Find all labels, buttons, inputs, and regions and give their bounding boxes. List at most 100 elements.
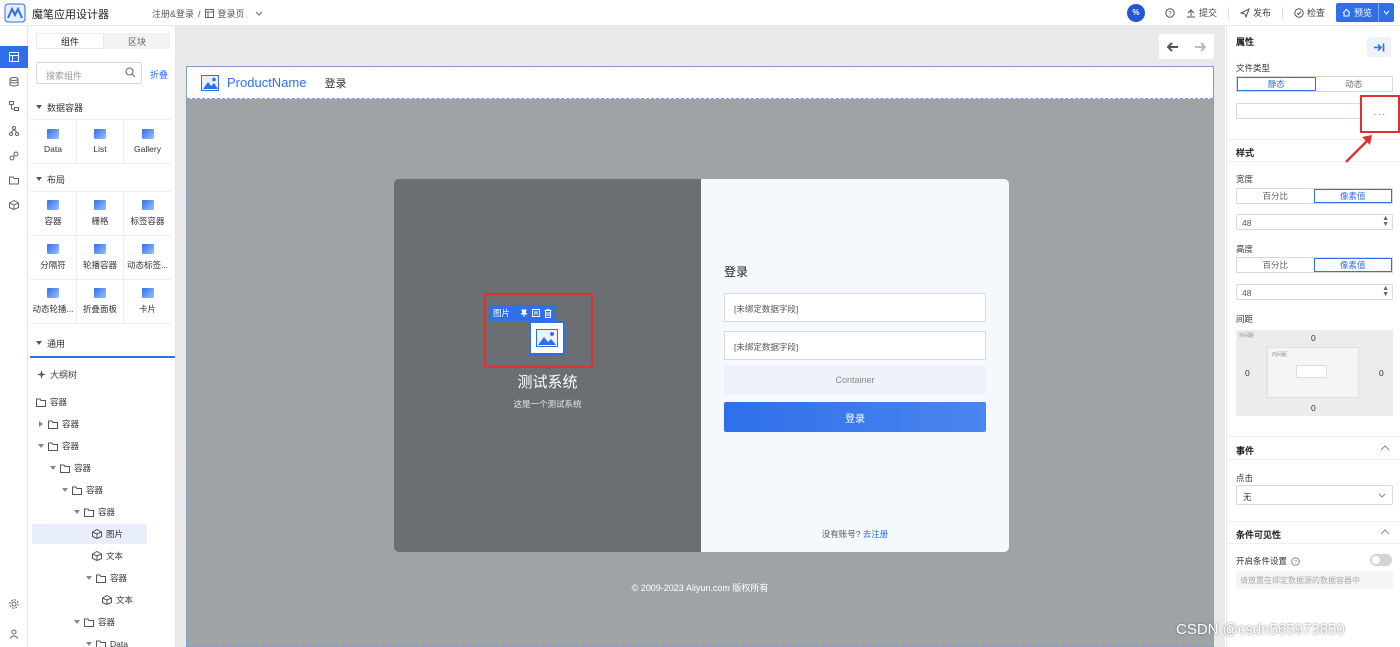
component-container[interactable]: 容器 xyxy=(30,192,77,236)
collapse-button[interactable]: 折叠 xyxy=(150,68,168,81)
rail-user[interactable] xyxy=(0,623,28,645)
delete-icon[interactable] xyxy=(544,308,552,318)
rail-data[interactable] xyxy=(0,71,28,93)
svg-text:?: ? xyxy=(1294,559,1297,565)
panel-tabs: 组件 区块 xyxy=(36,33,170,49)
width-unit-percent[interactable]: 百分比 xyxy=(1237,189,1314,203)
redo-icon[interactable] xyxy=(1194,41,1207,52)
publish-button[interactable]: 发布 xyxy=(1235,6,1276,19)
tree-node[interactable]: 文本 xyxy=(102,590,133,610)
section-data-header[interactable]: 数据容器 xyxy=(36,101,83,114)
nav-login-link[interactable]: 登录 xyxy=(324,75,346,91)
breadcrumb-parent[interactable]: 注册&登录 xyxy=(152,7,194,20)
login-button[interactable]: 登录 xyxy=(724,402,986,432)
component-tab-container[interactable]: 标签容器 xyxy=(124,192,171,236)
tree-node[interactable]: 容器 xyxy=(36,392,67,412)
tree-node[interactable]: Data xyxy=(86,634,128,647)
height-input[interactable]: 48 ▲ ▼ xyxy=(1236,284,1393,300)
breadcrumb-page[interactable]: 登录页 xyxy=(218,7,245,20)
tab-blocks[interactable]: 区块 xyxy=(104,33,170,49)
component-dynamic-tabs[interactable]: 动态标签... xyxy=(124,236,171,280)
rail-pages[interactable] xyxy=(0,95,28,117)
component-list[interactable]: List xyxy=(77,120,124,164)
margin-bottom[interactable]: 0 xyxy=(1311,403,1316,413)
width-unit-pixel[interactable]: 像素值 xyxy=(1313,189,1392,203)
tree-node[interactable]: 容器 xyxy=(86,568,127,588)
tree-node-label: 文本 xyxy=(116,595,134,605)
home-icon xyxy=(1342,8,1351,17)
tree-node[interactable]: 容器 xyxy=(50,458,91,478)
more-options-button[interactable]: ··· xyxy=(1360,95,1400,133)
section-layout-header[interactable]: 布局 xyxy=(36,173,65,186)
image-source-input[interactable] xyxy=(1236,103,1361,119)
tree-node[interactable]: 容器 xyxy=(38,414,79,434)
width-input[interactable]: 48 ▲ ▼ xyxy=(1236,214,1393,230)
search-input[interactable]: 搜索组件 xyxy=(36,62,142,84)
stepper-icon[interactable]: ▲ ▼ xyxy=(1382,285,1389,298)
help-button[interactable]: ? xyxy=(1151,7,1180,18)
check-button[interactable]: 检查 xyxy=(1289,6,1330,19)
tree-node-label: Data xyxy=(110,639,128,647)
outline-header[interactable]: 大纲树 xyxy=(30,356,175,381)
tab-components[interactable]: 组件 xyxy=(36,33,104,49)
password-field[interactable]: [未绑定数据字段] xyxy=(724,331,986,360)
container-placeholder[interactable]: Container xyxy=(724,366,986,394)
gallery-icon xyxy=(141,129,154,139)
folder-icon xyxy=(48,442,58,451)
margin-left[interactable]: 0 xyxy=(1245,368,1250,378)
section-common-header[interactable]: 通用 xyxy=(36,337,65,350)
rail-tree[interactable] xyxy=(0,120,28,142)
pin-icon[interactable] xyxy=(520,309,528,317)
rail-settings[interactable] xyxy=(0,593,28,615)
component-label: List xyxy=(93,144,107,154)
chevron-down-icon[interactable] xyxy=(255,11,263,17)
page-preview[interactable]: ProductName 登录 图片 测试系统 这是一个测试系统 登录 [未绑定数… xyxy=(186,66,1214,647)
margin-top[interactable]: 0 xyxy=(1311,333,1316,343)
submit-label: 提交 xyxy=(1198,8,1217,18)
enable-condition-toggle[interactable] xyxy=(1370,554,1392,566)
tree-node[interactable]: 容器 xyxy=(38,436,79,456)
component-card[interactable]: 卡片 xyxy=(124,280,171,324)
component-divider[interactable]: 分隔符 xyxy=(30,236,77,280)
copy-icon[interactable] xyxy=(532,309,541,317)
height-unit-percent[interactable]: 百分比 xyxy=(1237,258,1314,272)
product-name[interactable]: ProductName xyxy=(227,75,306,90)
tree-node[interactable]: 文本 xyxy=(92,546,123,566)
component-gallery[interactable]: Gallery xyxy=(124,120,171,164)
undo-icon[interactable] xyxy=(1166,41,1179,52)
preview-dropdown[interactable] xyxy=(1378,3,1394,22)
file-type-static[interactable]: 静态 xyxy=(1237,77,1316,91)
rail-logic[interactable] xyxy=(0,145,28,167)
rail-assets[interactable] xyxy=(0,169,28,191)
chevron-up-icon[interactable] xyxy=(1380,445,1390,451)
chevron-up-icon[interactable] xyxy=(1380,529,1390,535)
stepper-icon[interactable]: ▲ ▼ xyxy=(1382,215,1389,228)
register-link[interactable]: 去注册 xyxy=(863,529,889,539)
username-field[interactable]: [未绑定数据字段] xyxy=(724,293,986,322)
component-collapse-panel[interactable]: 折叠面板 xyxy=(77,280,124,324)
tree-node-selected[interactable]: 图片 xyxy=(32,524,147,544)
image-component[interactable] xyxy=(529,321,565,355)
file-type-dynamic[interactable]: 动态 xyxy=(1316,77,1393,91)
margin-right[interactable]: 0 xyxy=(1379,368,1384,378)
click-action-select[interactable]: 无 xyxy=(1236,485,1393,505)
preview-button[interactable]: 预览 xyxy=(1335,3,1394,22)
rail-plugins[interactable] xyxy=(0,194,28,216)
percent-badge[interactable]: % xyxy=(1126,3,1145,22)
collapse-panel-button[interactable] xyxy=(1367,37,1391,57)
search-icon[interactable] xyxy=(125,67,136,78)
padding-box[interactable]: 内间距 xyxy=(1267,347,1359,398)
component-carousel[interactable]: 轮播容器 xyxy=(77,236,124,280)
rail-components[interactable] xyxy=(0,46,28,68)
dynamic-tabs-icon xyxy=(141,244,154,254)
height-unit-pixel[interactable]: 像素值 xyxy=(1313,258,1392,272)
component-grid[interactable]: 栅格 xyxy=(77,192,124,236)
component-data[interactable]: Data xyxy=(30,120,77,164)
cube-icon xyxy=(92,529,102,539)
tree-node[interactable]: 容器 xyxy=(74,502,115,522)
file-type-toggle: 静态 动态 xyxy=(1236,76,1393,92)
submit-button[interactable]: 提交 xyxy=(1186,6,1222,19)
tree-node[interactable]: 容器 xyxy=(74,612,115,632)
component-dynamic-carousel[interactable]: 动态轮播... xyxy=(30,280,77,324)
tree-node[interactable]: 容器 xyxy=(62,480,103,500)
